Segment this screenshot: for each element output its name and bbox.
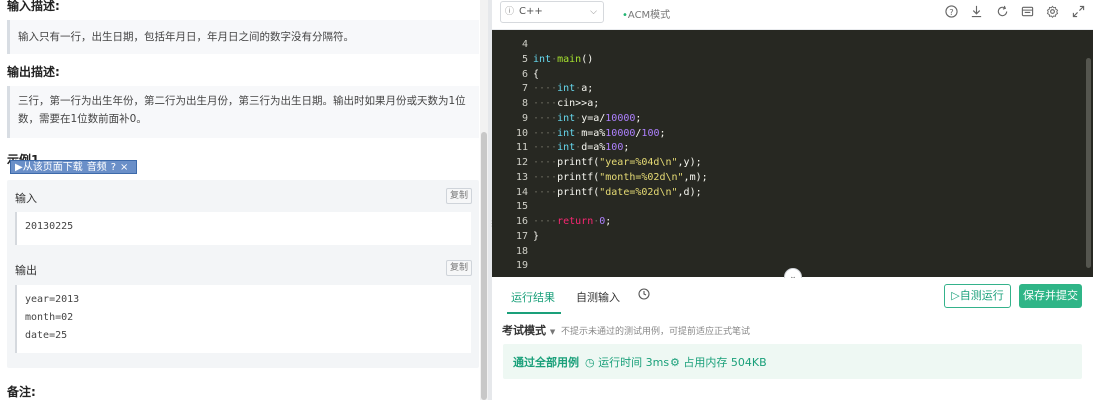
output-line: month=02	[25, 312, 74, 323]
problem-description-pane: 输入描述: 输入只有一行，出生日期，包括年月日，年月日之间的数字没有分隔符。 输…	[0, 0, 480, 400]
fullscreen-icon[interactable]	[1071, 5, 1085, 19]
history-clock-icon[interactable]	[638, 288, 650, 303]
help-icon[interactable]: ?	[944, 5, 958, 19]
input-desc-box: 输入只有一行，出生日期，包括年月日，年月日之间的数字没有分隔符。	[7, 20, 479, 54]
memory-stat: ⚙ 占用内存 504KB	[670, 354, 767, 370]
line-number: 7	[521, 83, 528, 94]
settings-icon[interactable]	[1045, 5, 1059, 19]
line-number: 17	[515, 231, 528, 242]
clock-icon: ◷	[585, 356, 595, 369]
example-input-label: 输入	[15, 192, 37, 205]
run-time-stat: ◷ 运行时间 3ms	[585, 354, 669, 370]
left-scrollbar-thumb[interactable]	[481, 132, 487, 400]
example-input-value: 20130225	[15, 212, 471, 245]
code-line: ····int·y=a/10000;	[533, 113, 642, 124]
editor-scrollbar[interactable]	[1086, 58, 1091, 268]
example-box: 输入 复制 20130225 输出 复制 year=2013 month=02 …	[7, 180, 479, 368]
run-time-text: 运行时间 3ms	[598, 356, 670, 369]
line-number: 5	[521, 54, 528, 65]
code-line: ····int·d=a%100;	[533, 142, 630, 153]
code-line: {	[533, 69, 540, 80]
code-editor[interactable]: 3 4 5 6 7 8 9 10 11 12 13 14 15 16 17 18…	[492, 30, 1093, 277]
line-number: 16	[515, 216, 528, 227]
download-icon[interactable]	[969, 5, 983, 19]
code-line: ····printf("date=%02d\n",d);	[533, 187, 702, 198]
active-tab-indicator	[507, 312, 561, 314]
line-number: 3	[492, 30, 528, 32]
exam-mode-label: 考试模式	[502, 324, 546, 337]
notes-title: 备注:	[7, 385, 36, 399]
code-line: }	[533, 231, 540, 242]
tab-self-test-input[interactable]: 自测输入	[576, 289, 620, 305]
reset-icon[interactable]	[995, 5, 1009, 19]
result-status-banner: 通过全部用例 ◷ 运行时间 3ms ⚙ 占用内存 504KB	[503, 344, 1082, 379]
layout-icon[interactable]	[1020, 5, 1034, 19]
output-line: year=2013	[25, 294, 80, 305]
copy-output-button[interactable]: 复制	[446, 260, 472, 276]
code-line: ····printf("year=%04d\n",y);	[533, 157, 702, 168]
svg-text:?: ?	[949, 7, 953, 17]
output-desc-text: 三行，第一行为出生年份，第二行为出生月份，第三行为出生日期。输出时如果月份或天数…	[18, 95, 466, 125]
exam-mode-hint: 不提示未通过的测试用例，可提前适应正式笔试	[561, 327, 751, 337]
language-select[interactable]: ⓘ C++ ⌵	[500, 1, 604, 23]
line-number: 8	[521, 98, 528, 109]
code-line: ····int·a;	[533, 83, 594, 94]
download-plugin-bar[interactable]: ▶从该页面下载 音频? ×	[10, 160, 138, 174]
line-number: 11	[515, 142, 528, 153]
run-button-label: 自测运行	[959, 289, 1004, 302]
self-test-run-button[interactable]: ▷自测运行	[944, 284, 1011, 308]
plugin-audio-label[interactable]: 音频	[87, 162, 107, 173]
caret-down-icon: ▼	[549, 328, 556, 336]
line-number: 19	[515, 260, 528, 271]
acm-mode-label: •ACM模式	[622, 6, 670, 21]
line-number: 15	[515, 201, 528, 212]
code-line: ····int·m=a%10000/100;	[533, 128, 666, 139]
close-icon[interactable]: ×	[120, 162, 128, 173]
line-number: 12	[515, 157, 528, 168]
line-number: 14	[515, 187, 528, 198]
output-desc-box: 三行，第一行为出生年份，第二行为出生月份，第三行为出生日期。输出时如果月份或天数…	[7, 86, 479, 138]
memory-chip-icon: ⚙	[670, 356, 680, 369]
code-line: ····printf("month=%02d\n",m);	[533, 172, 708, 183]
line-number: 6	[521, 69, 528, 80]
example-output-label: 输出	[15, 264, 37, 277]
tab-run-result[interactable]: 运行结果	[511, 289, 555, 305]
pass-all-status: 通过全部用例	[513, 356, 579, 369]
info-icon: ⓘ	[505, 7, 515, 17]
save-and-submit-button[interactable]: 保存并提交	[1019, 284, 1082, 308]
line-number: 13	[515, 172, 528, 183]
code-line: ····cin>>a;	[533, 98, 600, 109]
input-desc-text: 输入只有一行，出生日期，包括年月日，年月日之间的数字没有分隔符。	[18, 31, 354, 43]
input-desc-title: 输入描述:	[7, 0, 60, 13]
input-value-text: 20130225	[25, 221, 74, 232]
output-desc-title: 输出描述:	[7, 65, 60, 79]
example-output-value: year=2013 month=02 date=25	[15, 285, 471, 353]
exam-mode-dropdown[interactable]: 考试模式 ▼	[502, 322, 555, 338]
editor-toolbar: ⓘ C++ ⌵ •ACM模式 ?	[492, 0, 1093, 30]
line-number: 18	[515, 246, 528, 257]
line-number: 10	[515, 128, 528, 139]
plugin-download-label[interactable]: ▶从该页面下载	[15, 162, 83, 173]
code-line: int·main()	[533, 54, 594, 65]
acm-mode-text: ACM模式	[627, 10, 671, 21]
chevron-down-icon: ⌵	[590, 7, 597, 17]
code-line: ····return·0;	[533, 216, 612, 227]
language-value: C++	[519, 6, 543, 17]
line-number: 9	[521, 113, 528, 124]
output-line: date=25	[25, 330, 68, 341]
line-number: 4	[521, 39, 528, 50]
help-icon[interactable]: ?	[111, 162, 116, 173]
copy-input-button[interactable]: 复制	[446, 188, 472, 204]
result-tabs: 运行结果 自测输入 ▷自测运行 保存并提交	[492, 278, 1093, 316]
memory-text: 占用内存 504KB	[683, 356, 767, 369]
play-icon: ▷	[951, 289, 960, 302]
